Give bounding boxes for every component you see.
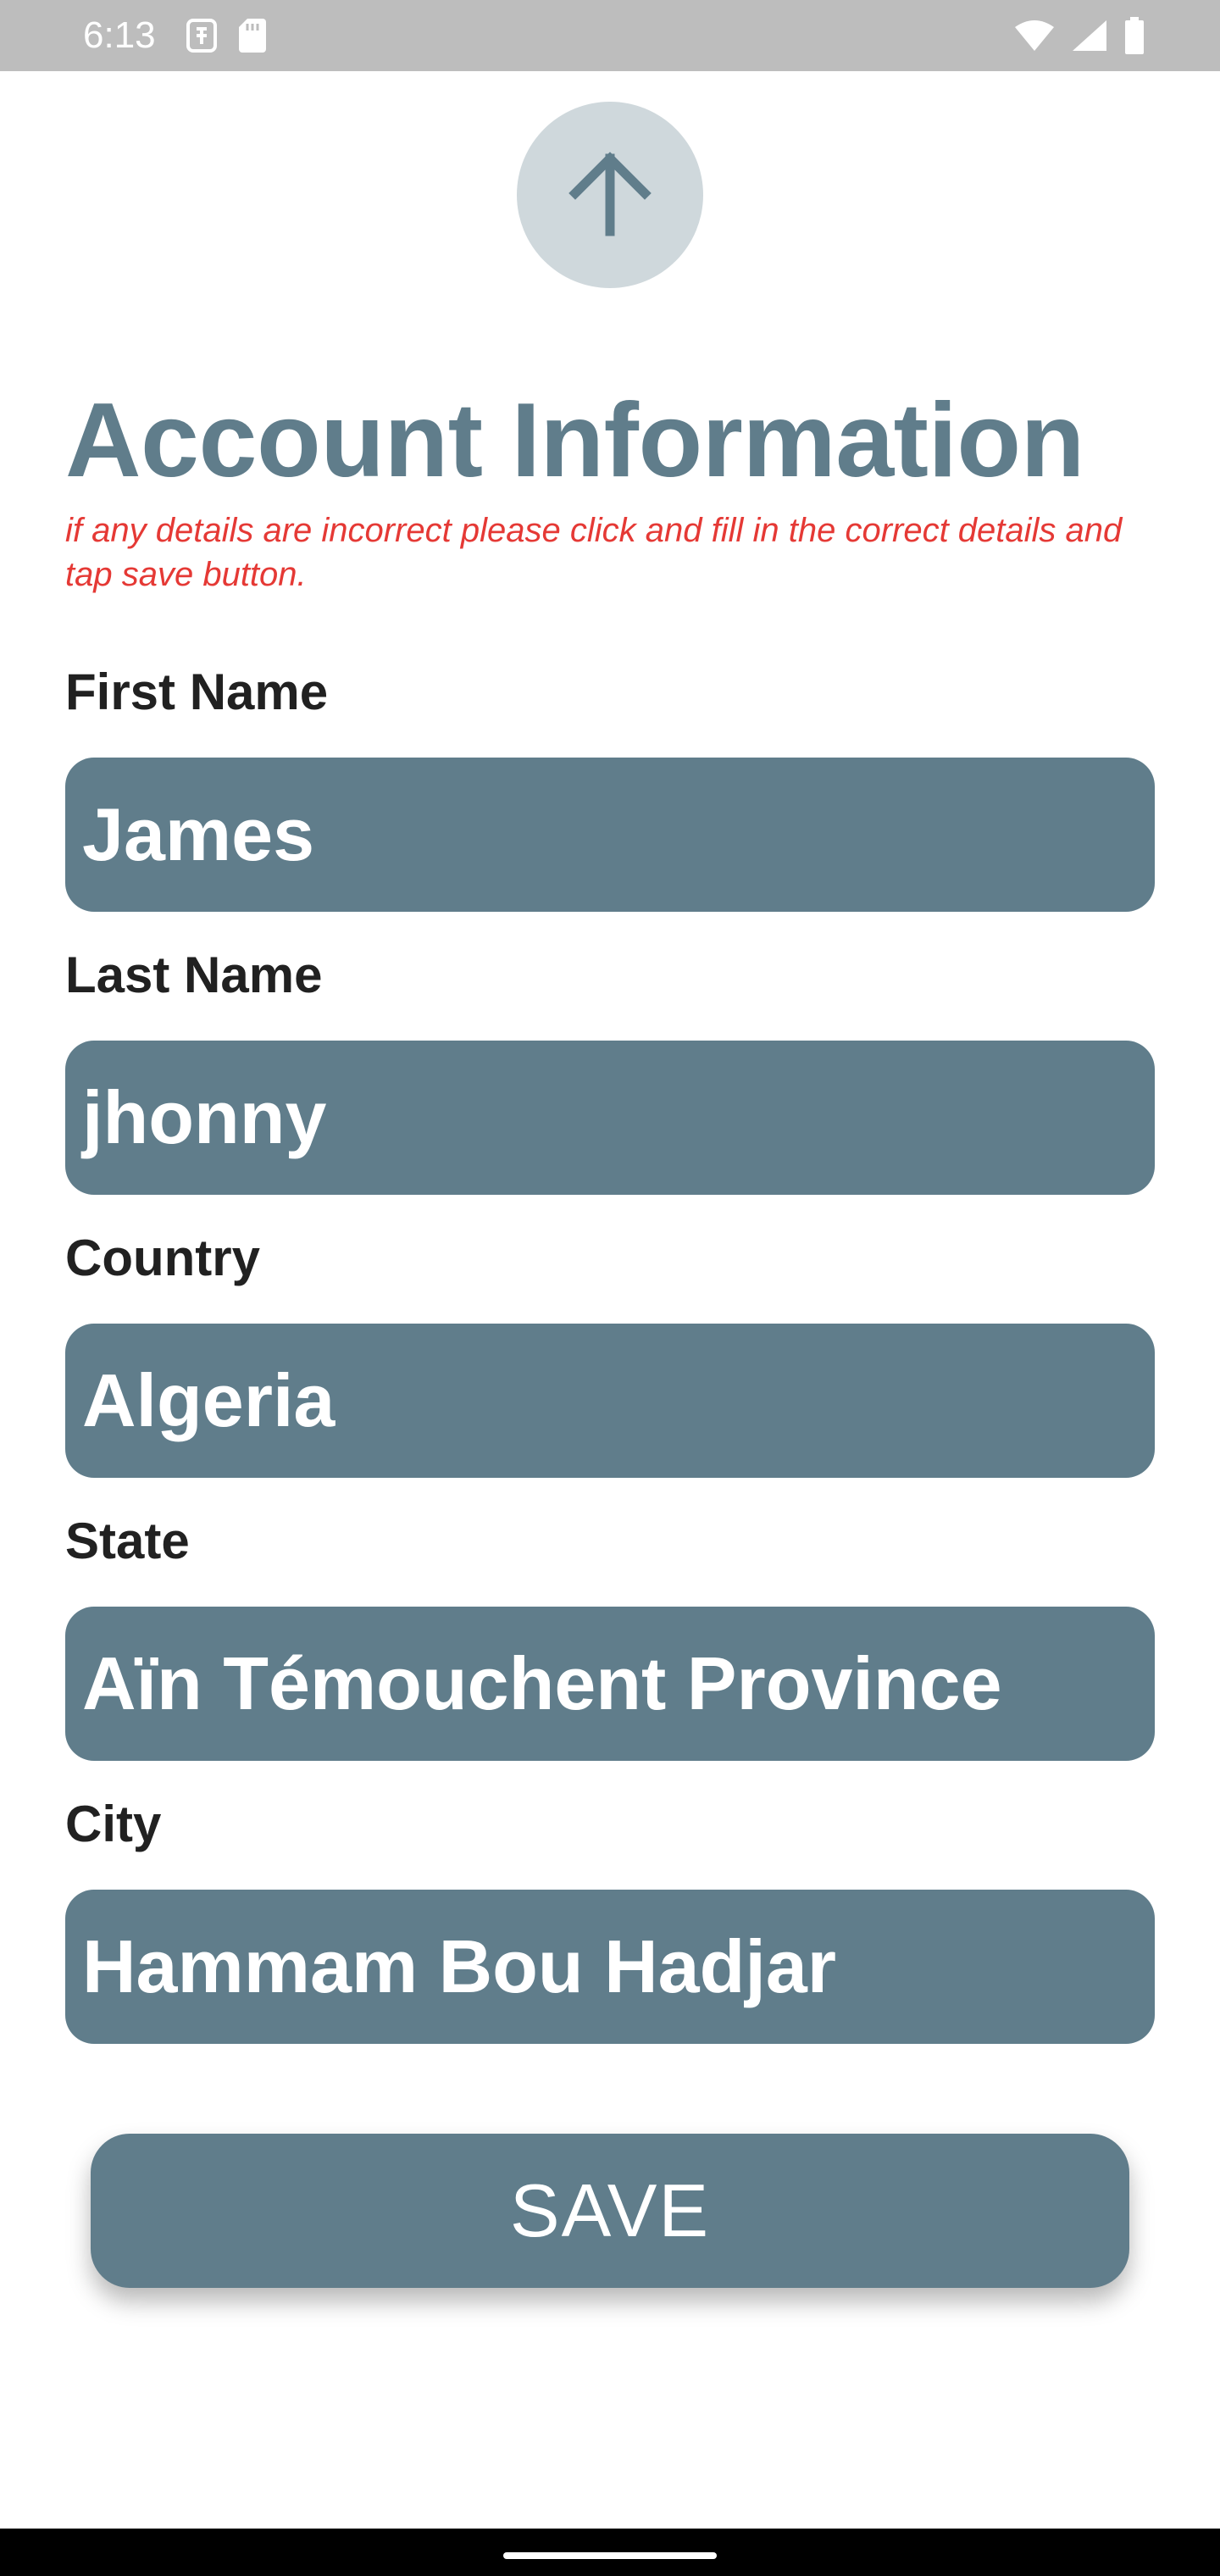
status-bar: 6:13 bbox=[0, 0, 1220, 71]
cell-signal-icon bbox=[1071, 19, 1108, 57]
status-left-icons bbox=[185, 17, 269, 58]
battery-icon bbox=[1123, 17, 1145, 58]
status-time: 6:13 bbox=[83, 14, 156, 56]
wifi-icon bbox=[1013, 19, 1056, 57]
first-name-field[interactable]: James bbox=[65, 758, 1155, 912]
country-field[interactable]: Algeria bbox=[65, 1324, 1155, 1478]
state-label: State bbox=[65, 1513, 190, 1569]
arrow-up-icon bbox=[563, 147, 657, 244]
home-gesture-handle[interactable] bbox=[503, 2552, 717, 2559]
city-label: City bbox=[65, 1796, 162, 1852]
instruction-note: if any details are incorrect please clic… bbox=[65, 512, 1123, 593]
navigation-bar bbox=[0, 2529, 1220, 2576]
page-title: Account Information bbox=[65, 382, 1084, 499]
status-right-icons bbox=[1013, 17, 1145, 58]
sim-card-icon bbox=[236, 17, 269, 58]
last-name-label: Last Name bbox=[65, 947, 323, 1003]
last-name-field[interactable]: jhonny bbox=[65, 1041, 1155, 1195]
city-field[interactable]: Hammam Bou Hadjar bbox=[65, 1890, 1155, 2044]
scroll-up-button[interactable] bbox=[517, 102, 703, 288]
state-field[interactable]: Aïn Témouchent Province bbox=[65, 1607, 1155, 1761]
first-name-label: First Name bbox=[65, 663, 329, 720]
country-label: Country bbox=[65, 1230, 260, 1286]
save-button[interactable]: SAVE bbox=[91, 2134, 1129, 2288]
sd-card-icon bbox=[185, 17, 219, 58]
